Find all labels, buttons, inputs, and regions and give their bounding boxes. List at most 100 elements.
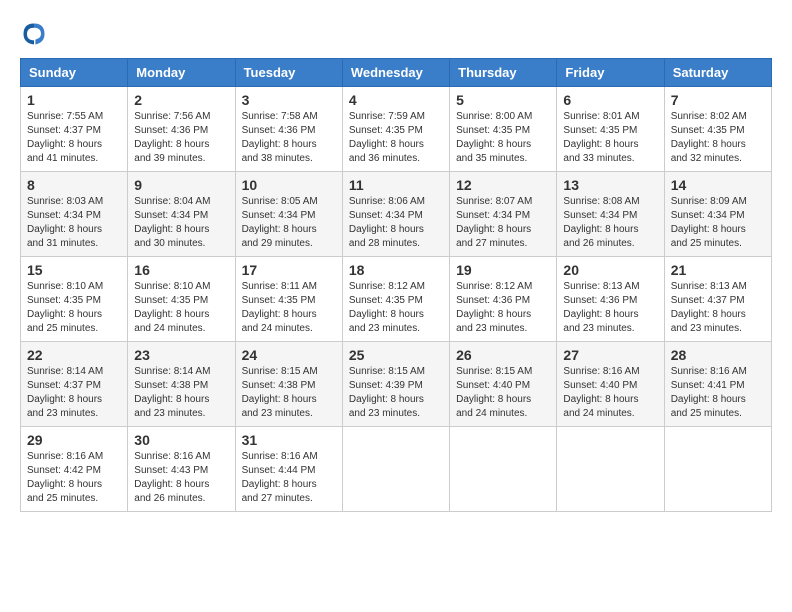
day-number: 26 <box>456 347 550 363</box>
day-info: Sunrise: 8:02 AMSunset: 4:35 PMDaylight:… <box>671 111 747 164</box>
day-info: Sunrise: 8:11 AMSunset: 4:35 PMDaylight:… <box>242 281 317 334</box>
calendar-cell: 24 Sunrise: 8:15 AMSunset: 4:38 PMDaylig… <box>235 342 342 427</box>
day-info: Sunrise: 8:13 AMSunset: 4:37 PMDaylight:… <box>671 281 747 334</box>
calendar-cell: 22 Sunrise: 8:14 AMSunset: 4:37 PMDaylig… <box>21 342 128 427</box>
day-info: Sunrise: 8:10 AMSunset: 4:35 PMDaylight:… <box>27 281 103 334</box>
day-info: Sunrise: 8:08 AMSunset: 4:34 PMDaylight:… <box>563 196 639 249</box>
day-number: 22 <box>27 347 121 363</box>
day-number: 12 <box>456 177 550 193</box>
day-info: Sunrise: 8:15 AMSunset: 4:38 PMDaylight:… <box>242 366 318 419</box>
day-number: 29 <box>27 432 121 448</box>
day-info: Sunrise: 8:01 AMSunset: 4:35 PMDaylight:… <box>563 111 639 164</box>
day-number: 25 <box>349 347 443 363</box>
day-info: Sunrise: 8:16 AMSunset: 4:40 PMDaylight:… <box>563 366 639 419</box>
calendar-cell: 29 Sunrise: 8:16 AMSunset: 4:42 PMDaylig… <box>21 427 128 512</box>
day-number: 28 <box>671 347 765 363</box>
day-number: 15 <box>27 262 121 278</box>
calendar-cell: 9 Sunrise: 8:04 AMSunset: 4:34 PMDayligh… <box>128 172 235 257</box>
calendar-cell: 7 Sunrise: 8:02 AMSunset: 4:35 PMDayligh… <box>664 87 771 172</box>
day-number: 2 <box>134 92 228 108</box>
logo-icon <box>20 20 48 48</box>
day-number: 6 <box>563 92 657 108</box>
calendar-cell: 10 Sunrise: 8:05 AMSunset: 4:34 PMDaylig… <box>235 172 342 257</box>
day-number: 11 <box>349 177 443 193</box>
day-number: 3 <box>242 92 336 108</box>
calendar-cell: 28 Sunrise: 8:16 AMSunset: 4:41 PMDaylig… <box>664 342 771 427</box>
day-info: Sunrise: 8:16 AMSunset: 4:43 PMDaylight:… <box>134 451 210 504</box>
day-number: 9 <box>134 177 228 193</box>
weekday-header-saturday: Saturday <box>664 59 771 87</box>
day-info: Sunrise: 7:56 AMSunset: 4:36 PMDaylight:… <box>134 111 210 164</box>
day-number: 7 <box>671 92 765 108</box>
day-number: 30 <box>134 432 228 448</box>
calendar-cell: 13 Sunrise: 8:08 AMSunset: 4:34 PMDaylig… <box>557 172 664 257</box>
calendar-cell: 19 Sunrise: 8:12 AMSunset: 4:36 PMDaylig… <box>450 257 557 342</box>
calendar-cell: 27 Sunrise: 8:16 AMSunset: 4:40 PMDaylig… <box>557 342 664 427</box>
day-number: 17 <box>242 262 336 278</box>
day-info: Sunrise: 7:58 AMSunset: 4:36 PMDaylight:… <box>242 111 318 164</box>
day-info: Sunrise: 8:07 AMSunset: 4:34 PMDaylight:… <box>456 196 532 249</box>
day-number: 13 <box>563 177 657 193</box>
weekday-header-tuesday: Tuesday <box>235 59 342 87</box>
calendar-cell: 23 Sunrise: 8:14 AMSunset: 4:38 PMDaylig… <box>128 342 235 427</box>
calendar-cell: 2 Sunrise: 7:56 AMSunset: 4:36 PMDayligh… <box>128 87 235 172</box>
calendar-cell: 11 Sunrise: 8:06 AMSunset: 4:34 PMDaylig… <box>342 172 449 257</box>
day-number: 27 <box>563 347 657 363</box>
day-info: Sunrise: 8:12 AMSunset: 4:36 PMDaylight:… <box>456 281 532 334</box>
calendar-cell: 8 Sunrise: 8:03 AMSunset: 4:34 PMDayligh… <box>21 172 128 257</box>
day-number: 4 <box>349 92 443 108</box>
day-info: Sunrise: 8:00 AMSunset: 4:35 PMDaylight:… <box>456 111 532 164</box>
calendar-cell: 4 Sunrise: 7:59 AMSunset: 4:35 PMDayligh… <box>342 87 449 172</box>
day-number: 5 <box>456 92 550 108</box>
day-info: Sunrise: 7:59 AMSunset: 4:35 PMDaylight:… <box>349 111 425 164</box>
calendar-cell: 3 Sunrise: 7:58 AMSunset: 4:36 PMDayligh… <box>235 87 342 172</box>
calendar-cell: 30 Sunrise: 8:16 AMSunset: 4:43 PMDaylig… <box>128 427 235 512</box>
calendar-cell <box>664 427 771 512</box>
day-number: 16 <box>134 262 228 278</box>
calendar-cell: 15 Sunrise: 8:10 AMSunset: 4:35 PMDaylig… <box>21 257 128 342</box>
day-number: 8 <box>27 177 121 193</box>
day-number: 10 <box>242 177 336 193</box>
calendar-table: SundayMondayTuesdayWednesdayThursdayFrid… <box>20 58 772 512</box>
calendar-cell: 31 Sunrise: 8:16 AMSunset: 4:44 PMDaylig… <box>235 427 342 512</box>
calendar-cell: 20 Sunrise: 8:13 AMSunset: 4:36 PMDaylig… <box>557 257 664 342</box>
weekday-header-sunday: Sunday <box>21 59 128 87</box>
calendar-cell: 14 Sunrise: 8:09 AMSunset: 4:34 PMDaylig… <box>664 172 771 257</box>
calendar-cell: 21 Sunrise: 8:13 AMSunset: 4:37 PMDaylig… <box>664 257 771 342</box>
day-info: Sunrise: 8:09 AMSunset: 4:34 PMDaylight:… <box>671 196 747 249</box>
day-number: 20 <box>563 262 657 278</box>
day-info: Sunrise: 8:12 AMSunset: 4:35 PMDaylight:… <box>349 281 425 334</box>
day-info: Sunrise: 8:14 AMSunset: 4:38 PMDaylight:… <box>134 366 210 419</box>
day-info: Sunrise: 8:03 AMSunset: 4:34 PMDaylight:… <box>27 196 103 249</box>
day-number: 31 <box>242 432 336 448</box>
day-info: Sunrise: 8:16 AMSunset: 4:42 PMDaylight:… <box>27 451 103 504</box>
day-info: Sunrise: 8:15 AMSunset: 4:39 PMDaylight:… <box>349 366 425 419</box>
weekday-header-monday: Monday <box>128 59 235 87</box>
calendar-cell <box>557 427 664 512</box>
calendar-cell: 26 Sunrise: 8:15 AMSunset: 4:40 PMDaylig… <box>450 342 557 427</box>
day-info: Sunrise: 8:04 AMSunset: 4:34 PMDaylight:… <box>134 196 210 249</box>
day-info: Sunrise: 8:06 AMSunset: 4:34 PMDaylight:… <box>349 196 425 249</box>
day-info: Sunrise: 8:15 AMSunset: 4:40 PMDaylight:… <box>456 366 532 419</box>
calendar-cell: 1 Sunrise: 7:55 AMSunset: 4:37 PMDayligh… <box>21 87 128 172</box>
calendar-cell <box>450 427 557 512</box>
day-info: Sunrise: 8:16 AMSunset: 4:44 PMDaylight:… <box>242 451 318 504</box>
day-info: Sunrise: 8:14 AMSunset: 4:37 PMDaylight:… <box>27 366 103 419</box>
day-number: 19 <box>456 262 550 278</box>
weekday-header-wednesday: Wednesday <box>342 59 449 87</box>
day-info: Sunrise: 8:13 AMSunset: 4:36 PMDaylight:… <box>563 281 639 334</box>
calendar-cell: 18 Sunrise: 8:12 AMSunset: 4:35 PMDaylig… <box>342 257 449 342</box>
day-info: Sunrise: 7:55 AMSunset: 4:37 PMDaylight:… <box>27 111 103 164</box>
calendar-cell: 25 Sunrise: 8:15 AMSunset: 4:39 PMDaylig… <box>342 342 449 427</box>
day-info: Sunrise: 8:16 AMSunset: 4:41 PMDaylight:… <box>671 366 747 419</box>
weekday-header-friday: Friday <box>557 59 664 87</box>
day-number: 21 <box>671 262 765 278</box>
day-info: Sunrise: 8:10 AMSunset: 4:35 PMDaylight:… <box>134 281 210 334</box>
weekday-header-thursday: Thursday <box>450 59 557 87</box>
day-number: 24 <box>242 347 336 363</box>
day-info: Sunrise: 8:05 AMSunset: 4:34 PMDaylight:… <box>242 196 318 249</box>
calendar-cell <box>342 427 449 512</box>
calendar-cell: 16 Sunrise: 8:10 AMSunset: 4:35 PMDaylig… <box>128 257 235 342</box>
calendar-cell: 17 Sunrise: 8:11 AMSunset: 4:35 PMDaylig… <box>235 257 342 342</box>
day-number: 23 <box>134 347 228 363</box>
